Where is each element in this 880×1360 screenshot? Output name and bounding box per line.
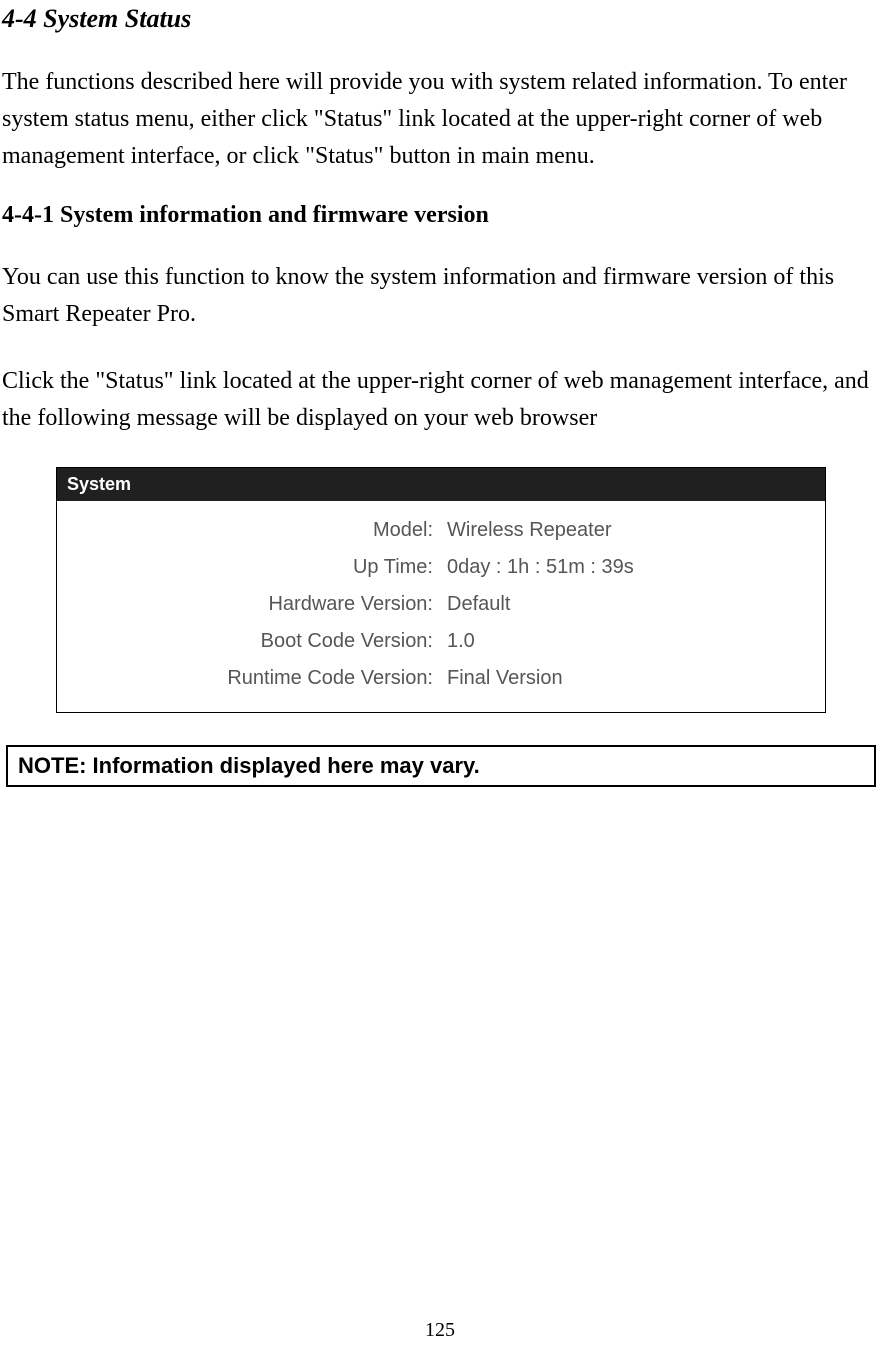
note-box: NOTE: Information displayed here may var… [6,745,876,787]
bootcode-version-label: Boot Code Version: [187,630,447,653]
table-row: Model: Wireless Repeater [187,519,825,542]
hardware-version-value: Default [447,593,510,616]
bootcode-version-value: 1.0 [447,630,475,653]
runtime-version-value: Final Version [447,667,563,690]
uptime-value: 0day : 1h : 51m : 39s [447,556,634,579]
model-value: Wireless Repeater [447,519,612,542]
model-label: Model: [187,519,447,542]
system-panel-header: System [57,468,825,501]
body-paragraph-1: You can use this function to know the sy… [2,259,878,333]
table-row: Hardware Version: Default [187,593,825,616]
intro-paragraph: The functions described here will provid… [2,64,878,176]
section-heading: 4-4 System Status [2,4,878,34]
hardware-version-label: Hardware Version: [187,593,447,616]
table-row: Up Time: 0day : 1h : 51m : 39s [187,556,825,579]
subsection-heading: 4-4-1 System information and firmware ve… [2,202,878,229]
runtime-version-label: Runtime Code Version: [187,667,447,690]
system-status-screenshot: System Model: Wireless Repeater Up Time:… [56,467,826,713]
page-number: 125 [0,1319,880,1342]
body-paragraph-2: Click the "Status" link located at the u… [2,363,878,437]
system-info-table: Model: Wireless Repeater Up Time: 0day :… [187,519,825,690]
table-row: Boot Code Version: 1.0 [187,630,825,653]
table-row: Runtime Code Version: Final Version [187,667,825,690]
uptime-label: Up Time: [187,556,447,579]
